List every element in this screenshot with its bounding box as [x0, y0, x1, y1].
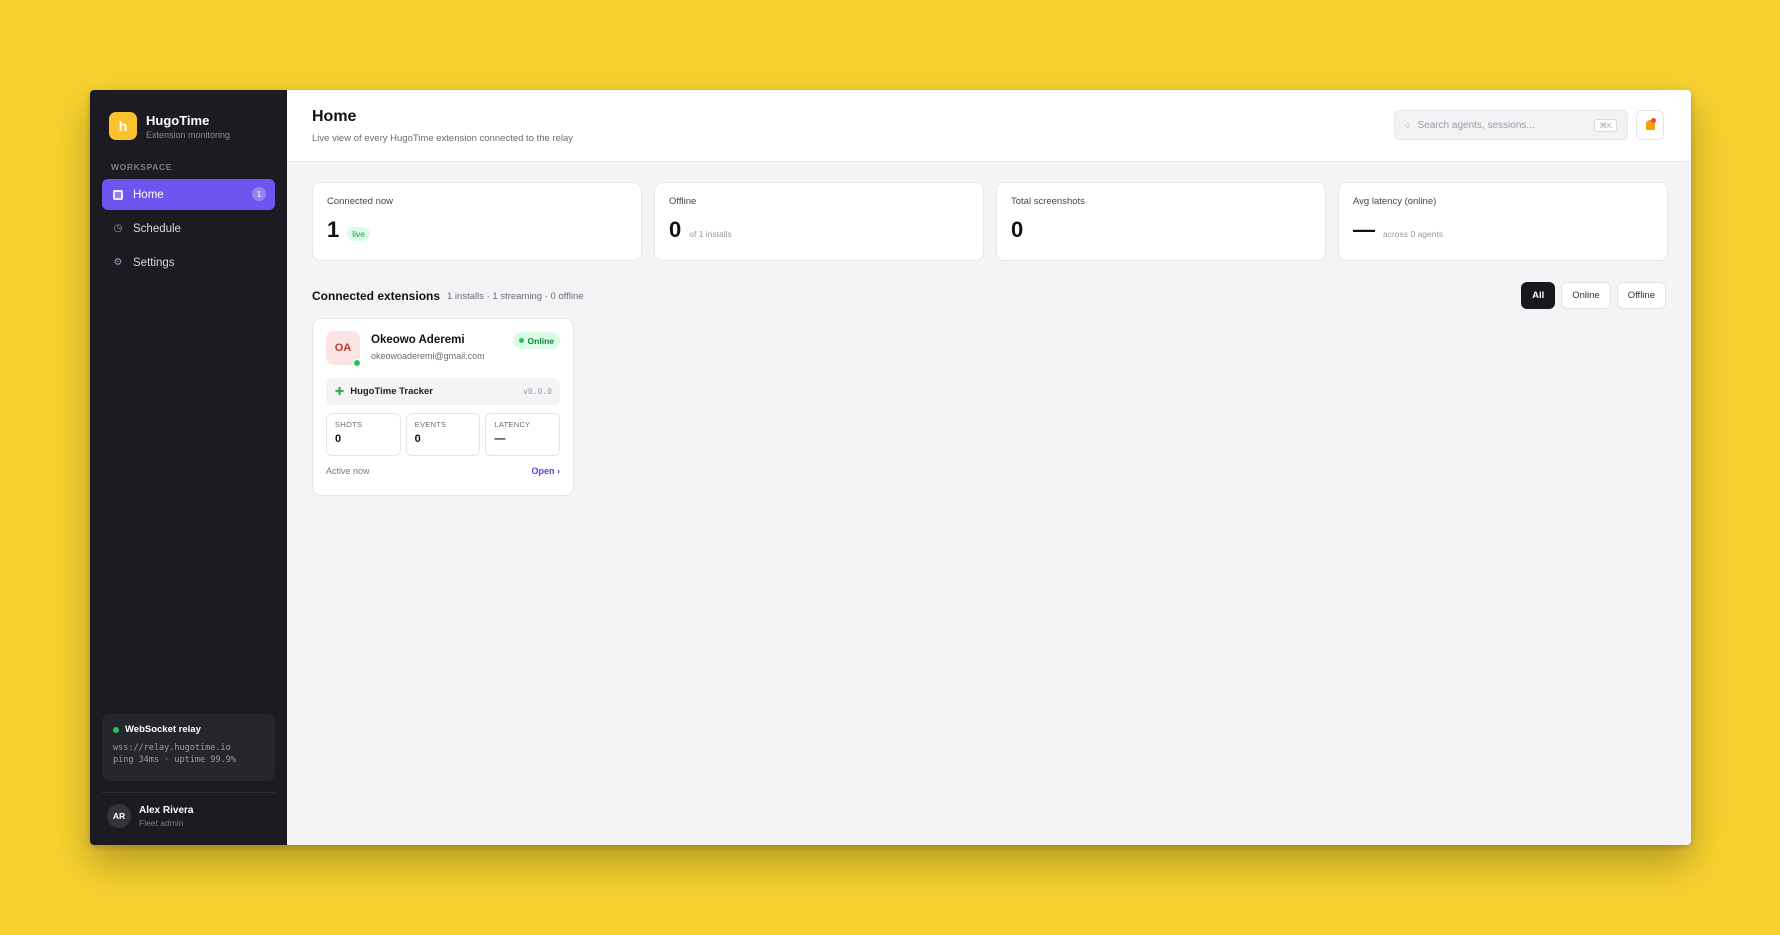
- divider: [102, 792, 275, 793]
- stat-label: Offline: [669, 196, 697, 207]
- shortcut-hint: ⌘K: [1594, 118, 1617, 132]
- section-title: Connected extensions: [312, 289, 441, 303]
- filter-group: All Online Offline: [1521, 282, 1666, 309]
- puzzle-icon: ✚: [335, 386, 345, 398]
- stat-card-offline: Offline 0 of 1 installs: [654, 182, 984, 261]
- brand-logo: h: [109, 112, 137, 140]
- stat-label: Connected now: [327, 196, 394, 207]
- topbar: Home Live view of every HugoTime extensi…: [287, 90, 1691, 162]
- notifications-button[interactable]: [1636, 110, 1664, 140]
- status-dot-icon: [518, 338, 524, 343]
- relay-title: WebSocket relay: [125, 724, 201, 735]
- live-badge: live: [347, 227, 371, 241]
- stat-label: Avg latency (online): [1353, 196, 1437, 207]
- stat-value: 0: [669, 217, 682, 242]
- stat-note: of 1 installs: [689, 229, 732, 239]
- metric-value: 0: [414, 433, 421, 445]
- filter-all-button[interactable]: All: [1521, 282, 1556, 309]
- metric-label: EVENTS: [414, 420, 447, 429]
- metrics-row: SHOTS 0 EVENTS 0 LATENCY —: [326, 413, 561, 456]
- main-content: Home Live view of every HugoTime extensi…: [287, 90, 1691, 845]
- filter-online-button[interactable]: Online: [1561, 282, 1611, 309]
- extension-version: v0.0.0: [523, 387, 552, 396]
- stat-label: Total screenshots: [1011, 196, 1085, 207]
- open-link[interactable]: Open ›: [532, 466, 561, 476]
- stat-value: 1: [327, 217, 340, 242]
- relay-url: wss://relay.hugotime.io: [113, 743, 231, 753]
- grid-icon: [112, 189, 124, 201]
- gear-icon: ⚙: [113, 257, 123, 268]
- sidebar-item-label: Schedule: [133, 222, 181, 235]
- clock-icon: ◷: [113, 223, 123, 234]
- user-profile[interactable]: AR Alex Rivera Fleet admin: [107, 804, 193, 828]
- sidebar-item-label: Settings: [133, 256, 175, 269]
- online-dot-icon: [353, 359, 361, 367]
- user-name: Alex Rivera: [139, 804, 194, 816]
- section-meta: 1 installs · 1 streaming · 0 offline: [447, 291, 584, 302]
- stat-card-screenshots: Total screenshots 0: [996, 182, 1326, 261]
- page-title: Home: [312, 108, 357, 125]
- extension-card[interactable]: OA Okeowo Aderemi okeowoaderemi@gmail.co…: [312, 318, 574, 496]
- brand-name: HugoTime: [146, 112, 210, 128]
- extensions-header: Connected extensions 1 installs · 1 stre…: [312, 282, 1666, 310]
- relay-stats: ping 34ms · uptime 99.9%: [113, 755, 236, 765]
- metric-value: 0: [335, 433, 342, 445]
- stat-value: —: [1353, 217, 1375, 242]
- sidebar-item-label: Home: [133, 188, 164, 201]
- avatar: AR: [107, 804, 131, 828]
- status-label: Online: [527, 335, 554, 346]
- metric-latency: LATENCY —: [485, 413, 561, 456]
- stat-card-connected: Connected now 1 live: [312, 182, 642, 261]
- metric-value: —: [494, 433, 506, 445]
- stats-row: Connected now 1 live Offline 0 of 1 inst…: [312, 182, 1668, 261]
- metric-events: EVENTS 0: [405, 413, 481, 456]
- agent-name: Okeowo Aderemi: [371, 334, 465, 346]
- search-icon: ○: [1405, 120, 1411, 130]
- status-badge: Online: [512, 332, 560, 349]
- filter-offline-button[interactable]: Offline: [1616, 282, 1666, 309]
- stat-value: 0: [1011, 217, 1024, 242]
- status-dot-icon: [113, 726, 119, 733]
- metric-label: LATENCY: [494, 420, 531, 429]
- metric-shots: SHOTS 0: [326, 413, 401, 456]
- sidebar-item-settings[interactable]: ⚙ Settings: [102, 247, 275, 278]
- extension-row: ✚ HugoTime Tracker v0.0.0: [326, 378, 560, 405]
- section-label-workspace: WORKSPACE: [111, 162, 172, 172]
- sidebar-item-schedule[interactable]: ◷ Schedule: [102, 213, 275, 244]
- brand-subtitle: Extension monitoring: [146, 129, 231, 140]
- stat-card-latency: Avg latency (online) — across 0 agents: [1338, 182, 1668, 261]
- page-subtitle: Live view of every HugoTime extension co…: [312, 133, 574, 144]
- stat-note: across 0 agents: [1383, 229, 1444, 239]
- activity-status: Active now: [326, 466, 370, 476]
- user-role: Fleet admin: [139, 817, 184, 828]
- brand[interactable]: h HugoTime Extension monitoring: [109, 112, 230, 140]
- notification-dot: [1651, 118, 1656, 123]
- app-window: h HugoTime Extension monitoring WORKSPAC…: [90, 90, 1691, 845]
- sidebar-item-home[interactable]: Home 1: [102, 179, 275, 210]
- metric-label: SHOTS: [335, 420, 363, 429]
- search-box[interactable]: ○ ⌘K: [1394, 110, 1628, 140]
- agent-email: okeowoaderemi@gmail.com: [371, 351, 485, 361]
- nav-count-badge: 1: [252, 187, 266, 201]
- sidebar: h HugoTime Extension monitoring WORKSPAC…: [90, 90, 287, 845]
- extension-name: HugoTime Tracker: [350, 386, 433, 397]
- search-input[interactable]: [1417, 119, 1595, 131]
- sidebar-nav: Home 1 ◷ Schedule ⚙ Settings: [102, 179, 275, 281]
- relay-status-panel: WebSocket relay wss://relay.hugotime.io …: [102, 714, 275, 781]
